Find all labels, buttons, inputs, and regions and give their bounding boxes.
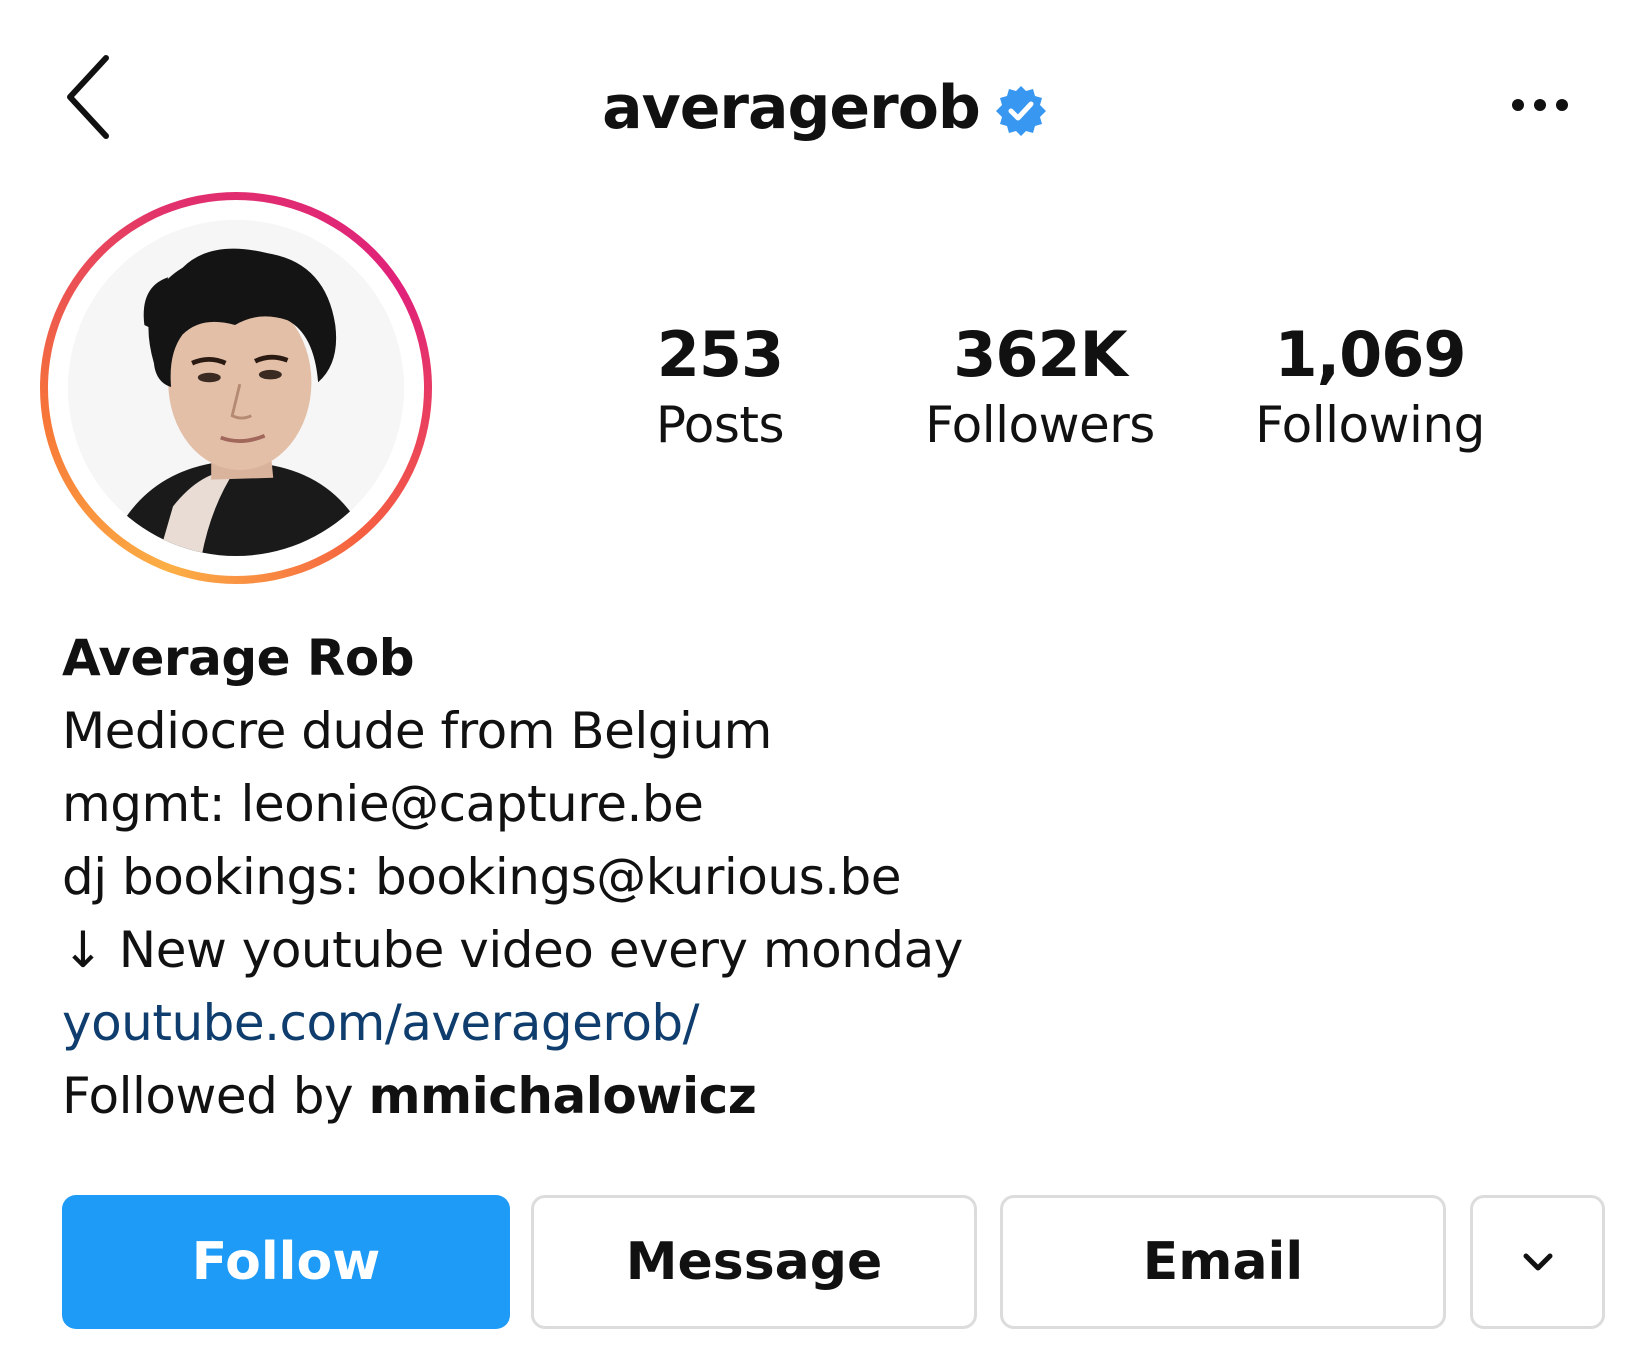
bio-line: dj bookings: bookings@kurious.be (62, 848, 902, 906)
followers-count: 362K (953, 318, 1127, 391)
display-name: Average Rob (62, 629, 415, 687)
header-username: averagerob (602, 73, 981, 143)
posts-count: 253 (656, 318, 784, 391)
followed-by-prefix: Followed by (62, 1067, 369, 1125)
profile-bio: Average Rob Mediocre dude from Belgium m… (62, 622, 963, 1133)
bio-link[interactable]: youtube.com/averagerob/ (62, 994, 700, 1052)
stat-followers[interactable]: 362K Followers (890, 318, 1190, 458)
suggested-accounts-button[interactable] (1470, 1195, 1605, 1329)
story-ring[interactable] (40, 192, 432, 584)
profile-photo-icon (68, 220, 404, 556)
posts-label: Posts (655, 396, 785, 454)
profile-header: averagerob (0, 58, 1650, 158)
verified-badge-icon (995, 86, 1046, 136)
stat-following[interactable]: 1,069 Following (1220, 318, 1520, 458)
email-button[interactable]: Email (1000, 1195, 1446, 1329)
followed-by[interactable]: Followed by mmichalowicz (62, 1060, 963, 1133)
profile-page: averagerob 253 Posts 362K Followers 1,06… (0, 0, 1650, 1372)
following-count: 1,069 (1274, 318, 1466, 391)
chevron-left-icon (67, 55, 109, 139)
chevron-down-icon (1523, 1253, 1552, 1271)
following-label: Following (1255, 396, 1485, 454)
more-options-button[interactable] (1500, 80, 1580, 130)
bio-line: ↓ New youtube video every monday (62, 921, 963, 979)
bio-line: Mediocre dude from Belgium (62, 702, 772, 760)
bio-line: mgmt: leonie@capture.be (62, 775, 704, 833)
followers-label: Followers (925, 396, 1155, 454)
more-horizontal-icon (1512, 99, 1568, 111)
profile-avatar[interactable] (68, 220, 404, 556)
follow-button[interactable]: Follow (62, 1195, 510, 1329)
stat-posts[interactable]: 253 Posts (570, 318, 870, 458)
followed-by-user[interactable]: mmichalowicz (368, 1067, 756, 1125)
back-button[interactable] (60, 52, 120, 142)
message-button[interactable]: Message (531, 1195, 977, 1329)
